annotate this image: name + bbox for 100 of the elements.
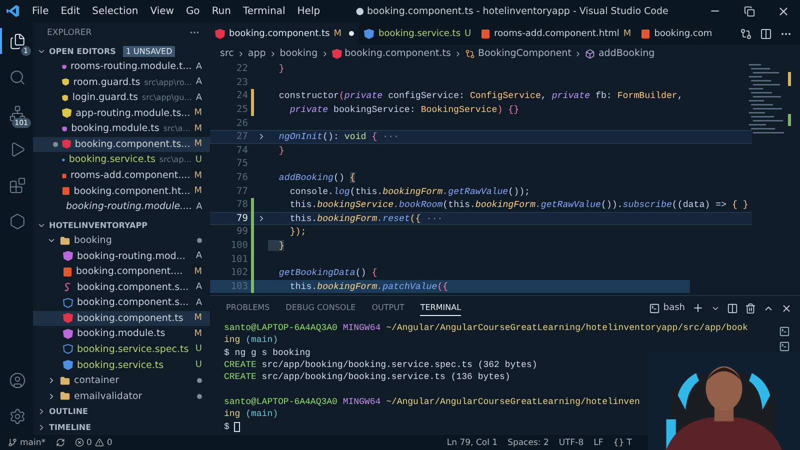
open-editor-item[interactable]: booking.service.ts src\ap... U <box>33 152 210 168</box>
tree-item[interactable]: booking.module.ts M <box>33 326 210 342</box>
code-text: addBooking() { <box>278 172 356 184</box>
line-number: 100 <box>230 240 248 252</box>
line-number: 102 <box>230 267 248 278</box>
window-title: ● booking.component.ts - hotelinventoryapp - Visual Studio Code <box>354 6 670 16</box>
line-number: 76 <box>236 172 248 184</box>
file-path: src\a... <box>163 124 190 134</box>
open-editor-item[interactable]: rooms-add.component.... M <box>33 168 210 184</box>
git-status: A <box>196 92 202 103</box>
open-editor-item[interactable]: room.guard.ts src\app\ro... A <box>33 74 210 90</box>
tree-item[interactable]: booking.component.ts M <box>33 310 210 326</box>
code-text: constructor(private configService: ConfigService, private fb: FormBuilder, <box>278 90 683 102</box>
terminal-text: ~/Angular/AngularCourseGreatLearning/hotelinventoryapp/src/app/book <box>385 323 748 334</box>
editor-tab[interactable]: booking.service.ts U <box>359 22 476 45</box>
status-item[interactable]: LF <box>594 438 604 448</box>
file-path: src\app\ro... <box>144 78 192 87</box>
menu-item[interactable]: Go <box>186 6 200 16</box>
panel-tab[interactable]: PROBLEMS <box>226 300 270 316</box>
git-status: M <box>194 139 202 150</box>
line-number: 74 <box>236 144 248 156</box>
menu-item[interactable]: Edit <box>60 6 80 16</box>
section-title[interactable]: HOTELINVENTORYAPP <box>49 220 148 230</box>
code-text: } <box>278 144 284 156</box>
breadcrumb-item[interactable]: booking.component.ts <box>344 48 451 59</box>
terminal-text: ing <box>224 409 240 420</box>
terminal-text: ~/Angular/AngularCourseGreatLearning/hotelinven <box>385 396 640 407</box>
shell-selector[interactable]: bash <box>649 302 685 314</box>
terminal-text: ing <box>224 335 240 346</box>
git-status: U <box>195 344 202 354</box>
breadcrumb-item[interactable]: addBooking <box>598 48 655 59</box>
warning-count[interactable]: 0 <box>106 438 112 448</box>
status-item[interactable]: UTF-8 <box>558 438 584 448</box>
folder-item[interactable]: emailvalidator <box>33 388 210 404</box>
line-number: 25 <box>236 104 248 116</box>
section-title[interactable]: TIMELINE <box>49 422 92 432</box>
tree-item[interactable]: booking.component.s... A <box>33 295 210 311</box>
breadcrumb-item[interactable]: BookingComponent <box>478 48 572 59</box>
code-text: this.bookingForm.patchValue({ <box>288 280 448 292</box>
status-item[interactable]: Ln 79, Col 1 <box>446 438 498 448</box>
panel-tab[interactable]: TERMINAL <box>420 300 462 316</box>
editor-tab[interactable]: rooms-add.component.html M <box>476 22 636 45</box>
folder-item[interactable]: booking <box>33 232 210 248</box>
git-status: A <box>196 282 202 292</box>
tree-item[interactable]: booking.component.... M <box>33 264 210 280</box>
line-number: 26 <box>236 118 248 129</box>
section-title[interactable]: OPEN EDITORS <box>49 46 116 56</box>
unsaved-badge: 1 UNSAVED <box>122 46 176 57</box>
open-editor-item[interactable]: rooms-routing.module.t... A <box>33 58 210 74</box>
git-status: A <box>196 251 202 262</box>
open-editor-item[interactable]: booking.component.ts... M <box>33 136 210 152</box>
git-status: M <box>194 266 202 277</box>
git-status: M <box>194 313 202 324</box>
git-status: M <box>194 186 202 196</box>
menu-item[interactable]: Terminal <box>243 6 286 16</box>
menu-item[interactable]: View <box>150 6 174 16</box>
terminal-text: $ <box>224 422 230 432</box>
line-number: 77 <box>236 186 248 197</box>
status-item[interactable]: Spaces: 2 <box>508 438 549 448</box>
section-title[interactable]: OUTLINE <box>49 407 88 416</box>
open-editor-item[interactable]: login.guard.ts src\app\gu... A <box>33 90 210 106</box>
panel-tab[interactable]: OUTPUT <box>372 300 404 316</box>
branch-name[interactable]: main* <box>20 438 46 448</box>
panel-tab[interactable]: DEBUG CONSOLE <box>286 300 356 316</box>
editor-tab[interactable]: booking.com <box>636 22 718 45</box>
tree-item[interactable]: booking.service.spec.ts U <box>33 342 210 358</box>
error-count[interactable]: 0 <box>86 438 92 448</box>
menu-item[interactable]: File <box>32 6 49 16</box>
code-text: } <box>278 63 284 74</box>
menu-item[interactable]: Run <box>212 6 231 16</box>
open-editor-item[interactable]: app-routing.module.ts... M <box>33 106 210 122</box>
terminal-text: src/app/booking/booking.service.ts (136 bytes) <box>260 372 510 382</box>
breadcrumb-item[interactable]: src <box>220 48 234 59</box>
editor-tab[interactable]: booking.component.ts M <box>210 22 360 45</box>
breadcrumb-item[interactable]: app <box>248 48 266 59</box>
line-number: 103 <box>230 280 248 292</box>
menu-item[interactable]: Help <box>297 6 320 16</box>
git-status: M <box>194 124 202 134</box>
terminal-text: $ ng g s booking <box>224 348 310 358</box>
breadcrumb-item[interactable]: booking <box>280 48 318 59</box>
code-text: }); <box>288 226 306 238</box>
tree-item[interactable]: booking.component.s... A <box>33 280 210 296</box>
menu-item[interactable]: Selection <box>92 6 138 16</box>
git-status: A <box>196 298 202 308</box>
code-text: } <box>268 240 284 252</box>
code-text: this.bookingService.bookRoom(this.bookingForm.getRawValue()).subscribe((data) => { } <box>288 199 748 210</box>
folder-item[interactable]: container <box>33 372 210 388</box>
terminal-text: MINGW64 <box>342 396 381 407</box>
git-status: A <box>196 62 202 72</box>
code-text: console.log(this.bookingForm.getRawValue()); <box>288 186 530 197</box>
open-editor-item[interactable]: booking.component.ht... M <box>33 183 210 199</box>
line-number: 22 <box>236 63 248 74</box>
status-item[interactable]: {} T <box>613 438 632 448</box>
open-editor-item[interactable]: booking-routing.module.... A <box>33 198 210 214</box>
line-number: 27 <box>236 131 248 142</box>
line-number: 79 <box>236 212 248 224</box>
sidebar-title: EXPLORER <box>47 28 92 38</box>
tree-item[interactable]: booking-routing.mod... A <box>33 248 210 264</box>
tree-item[interactable]: booking.service.ts U <box>33 357 210 373</box>
open-editor-item[interactable]: booking.module.ts src\a... M <box>33 121 210 137</box>
